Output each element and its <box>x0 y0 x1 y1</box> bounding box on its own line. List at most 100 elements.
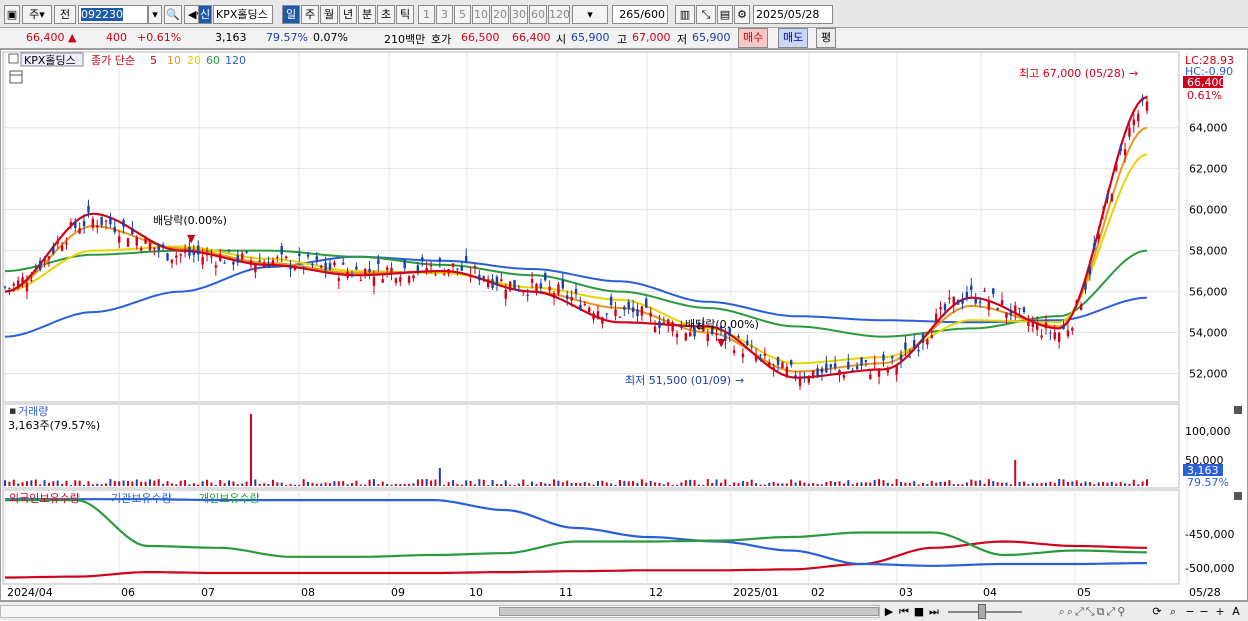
holdings-panel[interactable] <box>2 489 1180 585</box>
volume-bar <box>324 482 327 486</box>
interval-1[interactable]: 1 <box>418 5 435 24</box>
volume-panel[interactable] <box>2 403 1180 489</box>
zoom-slider-handle[interactable] <box>978 604 986 619</box>
legend-ma20: 20 <box>187 54 201 67</box>
mode-select[interactable]: 주▾ <box>22 5 52 24</box>
candle-body <box>539 283 543 289</box>
volume-bar <box>69 484 72 486</box>
price-y-ticks: 64,000 62,000 60,000 58,000 56,000 54,000 52,0… <box>1189 122 1228 381</box>
candle-body <box>566 295 569 299</box>
volume-bar <box>803 482 806 486</box>
volume-bar <box>623 480 626 486</box>
drawing-tools-icon[interactable]: ⌕⌕⤢⤡⧉⤢⚲ <box>1038 604 1148 619</box>
candle-body <box>855 366 859 370</box>
scrollbar-thumb[interactable] <box>499 607 879 616</box>
volume-bar <box>768 482 771 486</box>
interval-20[interactable]: 20 <box>491 5 509 24</box>
volume-checkbox[interactable]: ▪ <box>9 404 16 417</box>
layout-icon[interactable]: ▣ <box>4 5 20 24</box>
candle-body <box>891 356 894 359</box>
volume-bar <box>970 479 973 486</box>
toolbar: ▣ 주▾ 전 092230 ▾ 🔍 ◀▾ 신 KPX홀딩스 일 주 월 년 분 … <box>0 0 1248 28</box>
stop-icon[interactable]: ■ <box>912 604 926 619</box>
rewind-icon[interactable]: ⏮ <box>896 604 912 619</box>
candle-body <box>684 333 688 341</box>
scrollbar-track[interactable] <box>0 605 880 618</box>
volume-bar <box>812 483 815 486</box>
candle-body <box>74 221 77 229</box>
scroll-right-icon[interactable]: ▶ <box>882 604 896 619</box>
count-field[interactable]: 265/600 <box>612 5 668 24</box>
candle-body <box>504 289 507 299</box>
interval-3[interactable]: 3 <box>436 5 453 24</box>
x-tick-label: 10 <box>469 586 483 599</box>
volume-bar <box>662 484 665 486</box>
volume-bar <box>930 480 933 486</box>
candle-body <box>706 334 709 342</box>
gear-icon[interactable]: ⚙ <box>734 5 750 24</box>
chart-area[interactable]: KPX홀딩스 종가 단순 5 10 20 60 120 LC:28.93 HC:… <box>0 49 1248 601</box>
holdings-close-icon[interactable] <box>1234 492 1242 500</box>
period-year[interactable]: 년 <box>339 5 357 24</box>
candle-body <box>21 277 24 284</box>
candle-body <box>601 317 604 324</box>
candle-body <box>847 361 850 370</box>
volume-bar <box>737 483 740 486</box>
interval-60[interactable]: 60 <box>529 5 547 24</box>
zoom-in-icon[interactable]: ⌕ <box>1166 604 1180 619</box>
volume-bar <box>825 482 828 486</box>
candle-body <box>126 238 130 247</box>
sell-button[interactable]: 매도 <box>778 28 809 48</box>
change-value: 400 <box>106 31 127 44</box>
calendar-icon[interactable] <box>9 70 23 84</box>
eval-button[interactable]: 평 <box>816 28 837 48</box>
candle-body <box>1005 312 1008 318</box>
period-second[interactable]: 초 <box>377 5 395 24</box>
zoom-out-icon[interactable]: − <box>1198 604 1210 619</box>
date-field[interactable]: 2025/05/28 <box>753 5 833 24</box>
candle-body <box>205 253 209 256</box>
code-input[interactable]: 092230 <box>78 5 148 24</box>
volume-close-icon[interactable] <box>1234 406 1242 414</box>
volume-bar <box>495 483 498 486</box>
volume-bar <box>531 481 534 486</box>
candle-body <box>157 245 160 251</box>
volume-bar <box>223 483 226 486</box>
minus-icon[interactable]: − <box>1184 604 1196 619</box>
forward-icon[interactable]: ⏭ <box>926 604 942 619</box>
price-panel[interactable] <box>2 51 1180 403</box>
volume-bar <box>157 479 160 486</box>
volume-bar <box>640 479 643 486</box>
period-day[interactable]: 일 <box>282 5 300 24</box>
volume-bar <box>526 484 529 486</box>
sync-icon[interactable]: ⟳ <box>1150 604 1164 619</box>
search-icon[interactable]: 🔍 <box>164 5 182 24</box>
dropdown-icon[interactable]: ▾ <box>148 5 162 24</box>
candle-body <box>921 334 925 343</box>
candle-body <box>732 350 736 354</box>
candle-body <box>662 322 666 324</box>
period-month[interactable]: 월 <box>320 5 338 24</box>
candle-body <box>1119 147 1122 151</box>
period-minute[interactable]: 분 <box>358 5 376 24</box>
candle-body <box>47 256 51 260</box>
draw-tool-icon[interactable]: ⤡ <box>696 5 716 24</box>
custom-interval-select[interactable]: ▾ <box>572 5 608 24</box>
buy-button[interactable]: 매수 <box>738 28 769 48</box>
interval-5[interactable]: 5 <box>454 5 471 24</box>
chart-svg[interactable]: KPX홀딩스 종가 단순 5 10 20 60 120 LC:28.93 HC:… <box>1 50 1247 600</box>
panel-checkbox[interactable] <box>8 53 19 64</box>
plus-icon[interactable]: + <box>1214 604 1226 619</box>
prev-button[interactable]: 전 <box>54 5 76 24</box>
candle-body <box>816 368 819 377</box>
interval-30[interactable]: 30 <box>510 5 528 24</box>
candle-body <box>223 262 226 264</box>
font-size-icon[interactable]: A <box>1230 604 1242 619</box>
stock-name[interactable]: KPX홀딩스 <box>213 5 273 24</box>
interval-10[interactable]: 10 <box>472 5 490 24</box>
period-week[interactable]: 주 <box>301 5 319 24</box>
period-tick[interactable]: 틱 <box>396 5 414 24</box>
interval-120[interactable]: 120 <box>548 5 570 24</box>
chart-type-icon[interactable]: ▥ <box>675 5 695 24</box>
save-icon[interactable]: ▤ <box>717 5 733 24</box>
